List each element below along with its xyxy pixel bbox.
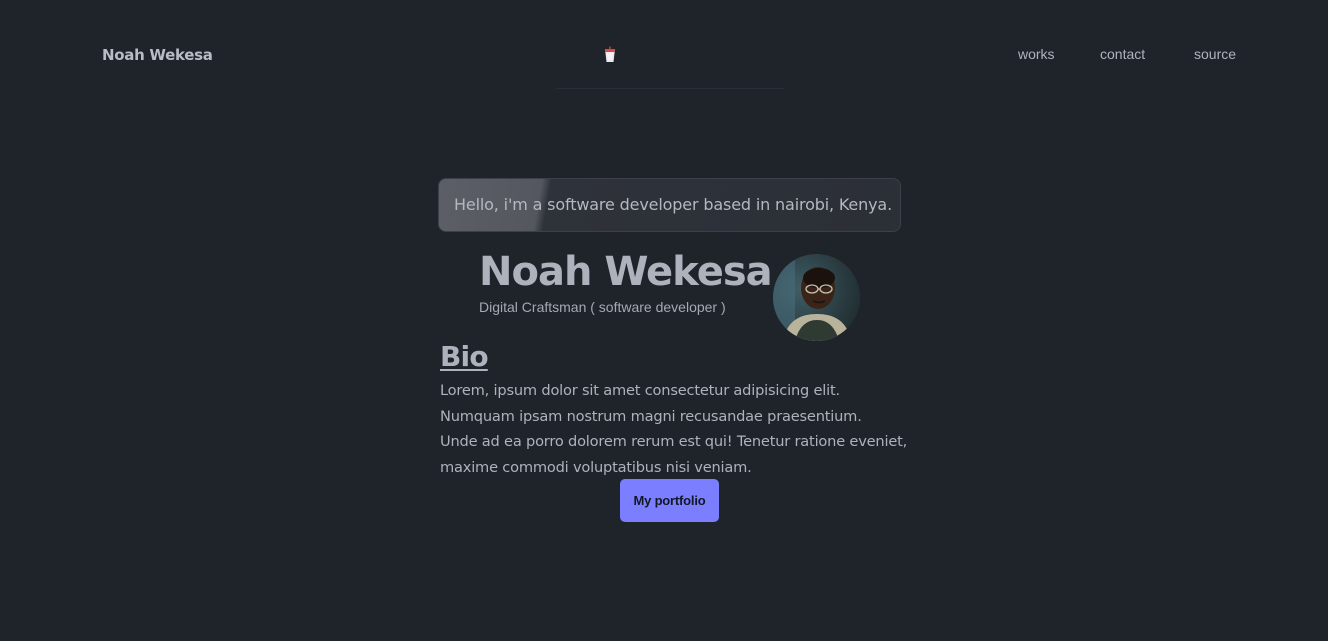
brand-link[interactable]: Noah Wekesa [102,46,213,64]
bio-line: maxime commodi voluptatibus nisi veniam. [440,458,752,476]
header-divider [556,88,784,89]
page-title: Noah Wekesa [479,249,773,295]
greeting-text: Hello, i'm a software developer based in… [454,195,893,214]
nav-source-link[interactable]: source [1194,46,1236,62]
nav-contact-link[interactable]: contact [1100,46,1145,62]
cup-icon [603,46,617,64]
bio-line: Unde ad ea porro dolorem rerum est qui! … [440,433,908,450]
page-subtitle: Digital Craftsman ( software developer ) [479,299,726,315]
portfolio-button[interactable]: My portfolio [620,479,719,522]
bio-text: Lorem, ipsum dolor sit amet consectetur … [440,378,910,480]
nav-works-link[interactable]: works [1018,46,1055,62]
bio-heading: Bio [440,340,489,373]
bio-line: Lorem, ipsum dolor sit amet consectetur … [440,382,840,399]
greeting-banner: Hello, i'm a software developer based in… [438,178,901,232]
bio-line: Numquam ipsam nostrum magni recusandae p… [440,407,862,425]
page: Noah Wekesa works contact source Hello, … [0,0,1328,641]
avatar [773,254,860,341]
